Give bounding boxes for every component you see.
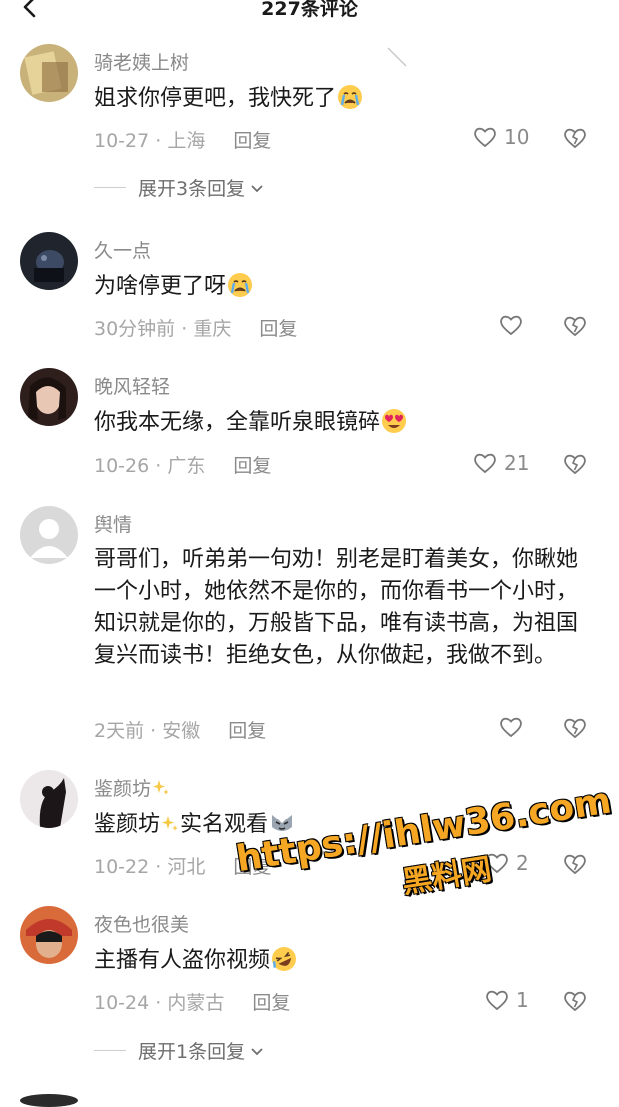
avatar[interactable]	[20, 506, 78, 564]
comment-username[interactable]: 骑老姨上树	[94, 48, 189, 75]
comment-meta: 10-27 · 上海 回复	[94, 126, 271, 153]
comment-location: 内蒙古	[167, 992, 225, 1014]
comment-meta: 10-26 · 广东 回复	[94, 451, 271, 478]
comment-meta: 2天前 · 安徽 回复	[94, 716, 266, 743]
crying-face-icon	[228, 273, 253, 297]
meta-separator: ·	[181, 318, 188, 340]
comment-date: 30分钟前	[94, 318, 176, 340]
like-count: 10	[504, 125, 530, 149]
comment-text-prefix: 鉴颜坊	[94, 812, 161, 837]
comment-username[interactable]: 久一点	[94, 236, 151, 263]
page-title: 227条评论	[261, 0, 358, 20]
like-button[interactable]: 10	[472, 124, 529, 150]
expand-line	[94, 187, 126, 188]
comment-username[interactable]: 夜色也很美	[94, 910, 189, 937]
comment-text-body: 姐求你停更吧，我快死了	[94, 86, 337, 111]
like-button[interactable]: 21	[472, 450, 529, 476]
divider-slash-icon	[387, 47, 407, 67]
comment-date: 10-22	[94, 856, 150, 878]
chevron-down-icon	[251, 1047, 263, 1055]
heart-icon	[500, 315, 522, 336]
comment-location: 河北	[167, 856, 206, 878]
reply-button[interactable]: 回复	[228, 720, 266, 742]
sparkles-icon	[153, 780, 170, 795]
broken-heart-icon[interactable]	[562, 125, 588, 151]
reply-button[interactable]: 回复	[233, 130, 271, 152]
meta-separator: ·	[155, 455, 162, 477]
broken-heart-icon[interactable]	[562, 715, 588, 741]
expand-replies-button[interactable]: 展开3条回复	[94, 174, 265, 201]
comment-text-body: 你我本无缘，全靠听泉眼镜碎	[94, 410, 381, 435]
comment-text-body: 为啥停更了呀	[94, 274, 227, 299]
like-button[interactable]	[498, 312, 524, 338]
avatar[interactable]	[20, 906, 78, 964]
heart-eyes-face-icon	[382, 409, 407, 433]
comment-date: 10-24	[94, 992, 150, 1014]
comment-text: 你我本无缘，全靠听泉眼镜碎	[94, 406, 594, 439]
avatar[interactable]	[20, 368, 78, 426]
comments-header: 227条评论	[0, 0, 619, 28]
reply-button[interactable]: 回复	[252, 992, 290, 1014]
avatar[interactable]	[20, 44, 78, 102]
like-count: 21	[504, 451, 530, 475]
rolling-laugh-face-icon	[272, 947, 297, 971]
broken-heart-icon[interactable]	[562, 451, 588, 477]
reply-button[interactable]: 回复	[259, 318, 297, 340]
meta-separator: ·	[155, 856, 162, 878]
comment-username[interactable]: 晚风轻轻	[94, 372, 170, 399]
avatar[interactable]	[20, 1094, 78, 1107]
heart-icon	[474, 127, 496, 148]
like-count: 1	[516, 988, 529, 1012]
watermark-overlay: https://ihlw36.com 黑料网	[230, 759, 619, 927]
comment-date: 10-27	[94, 130, 150, 152]
heart-icon	[500, 717, 522, 738]
comment-username[interactable]: 舆情	[94, 510, 132, 537]
comment-text-body: 主播有人盗你视频	[94, 948, 271, 973]
expand-label: 展开1条回复	[138, 1041, 246, 1063]
comment-location: 广东	[167, 455, 206, 477]
chevron-down-icon	[251, 184, 263, 192]
like-button[interactable]: 1	[484, 987, 529, 1013]
comment-date: 10-26	[94, 455, 150, 477]
expand-replies-button[interactable]: 展开1条回复	[94, 1037, 265, 1064]
meta-separator: ·	[155, 130, 162, 152]
broken-heart-icon[interactable]	[562, 988, 588, 1014]
broken-heart-icon[interactable]	[562, 313, 588, 339]
heart-icon	[474, 453, 496, 474]
avatar[interactable]	[20, 770, 78, 828]
comment-text: 哥哥们，听弟弟一句劝！别老是盯着美女，你瞅她一个小时，她依然不是你的，而你看书一…	[94, 547, 579, 668]
username-text: 鉴颜坊	[94, 778, 152, 800]
expand-label: 展开3条回复	[138, 178, 246, 200]
comment-location: 重庆	[193, 318, 232, 340]
comment-date: 2天前	[94, 720, 145, 742]
meta-separator: ·	[150, 720, 157, 742]
comment-text: 为啥停更了呀	[94, 270, 594, 303]
comment-text: 主播有人盗你视频	[94, 944, 594, 977]
expand-line	[94, 1050, 126, 1051]
heart-icon	[486, 990, 508, 1011]
comment-text: 姐求你停更吧，我快死了	[94, 82, 594, 115]
reply-button[interactable]: 回复	[233, 455, 271, 477]
comment-username[interactable]: 鉴颜坊	[94, 774, 171, 801]
comment-location: 上海	[167, 130, 206, 152]
crying-face-icon	[338, 85, 363, 109]
comment-meta: 10-24 · 内蒙古 回复	[94, 988, 290, 1015]
avatar[interactable]	[20, 232, 78, 290]
like-button[interactable]	[498, 714, 524, 740]
comment-meta: 30分钟前 · 重庆 回复	[94, 314, 297, 341]
meta-separator: ·	[155, 992, 162, 1014]
sparkles-icon	[162, 816, 179, 831]
comment-location: 安徽	[162, 720, 201, 742]
